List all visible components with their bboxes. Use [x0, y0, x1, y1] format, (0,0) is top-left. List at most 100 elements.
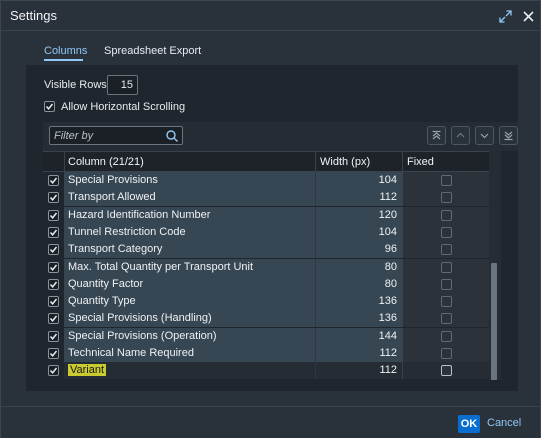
close-icon[interactable] — [519, 7, 537, 25]
column-width-cell[interactable]: 112 — [315, 362, 402, 379]
tab-columns[interactable]: Columns — [44, 45, 87, 57]
row-select-checkbox[interactable] — [48, 175, 59, 186]
column-name: Transport Category — [68, 243, 163, 255]
column-width-cell[interactable]: 80 — [315, 259, 402, 276]
fixed-checkbox[interactable] — [440, 331, 452, 342]
table-row[interactable]: Special Provisions (Handling) 136 — [43, 310, 489, 327]
table-row[interactable]: Quantity Type 136 — [43, 293, 489, 310]
table-row[interactable]: Transport Category 96 — [43, 241, 489, 258]
row-select-cell — [43, 293, 64, 310]
fixed-checkbox[interactable] — [440, 262, 452, 273]
column-width-cell[interactable]: 136 — [315, 293, 402, 310]
columns-panel: Visible Rows: 15 Allow Horizontal Scroll… — [26, 65, 518, 391]
filter-input[interactable]: Filter by — [49, 126, 183, 145]
move-down-icon[interactable] — [475, 126, 494, 145]
row-select-checkbox[interactable] — [48, 210, 59, 221]
fixed-checkbox[interactable] — [440, 365, 452, 376]
table-scrollbar[interactable] — [489, 151, 501, 380]
row-select-cell — [43, 345, 64, 362]
table-toolbar: Filter by — [43, 122, 518, 151]
table-row[interactable]: Special Provisions 104 — [43, 172, 489, 189]
horizontal-scrolling-checkbox[interactable] — [44, 101, 55, 112]
column-width-cell[interactable]: 80 — [315, 276, 402, 293]
column-width-cell[interactable]: 136 — [315, 310, 402, 327]
column-name: Transport Allowed — [68, 191, 156, 203]
dialog-footer: OK Cancel — [1, 406, 540, 438]
fixed-cell — [402, 259, 489, 276]
table-row[interactable]: Technical Name Required 112 — [43, 345, 489, 362]
row-select-checkbox[interactable] — [48, 331, 59, 342]
column-width-cell[interactable]: 144 — [315, 328, 402, 345]
move-to-bottom-icon[interactable] — [499, 126, 518, 145]
column-name-cell: Technical Name Required — [64, 345, 315, 362]
column-name: Quantity Factor — [68, 278, 144, 290]
row-select-checkbox[interactable] — [48, 262, 59, 273]
header-divider — [402, 152, 403, 173]
column-width-cell[interactable]: 112 — [315, 345, 402, 362]
fixed-cell — [402, 293, 489, 310]
row-select-checkbox[interactable] — [48, 227, 59, 238]
column-name-cell: Special Provisions — [64, 172, 315, 189]
column-name-cell: Transport Category — [64, 241, 315, 258]
fixed-cell — [402, 172, 489, 189]
table-row[interactable]: Variant 112 — [43, 362, 489, 379]
table-row[interactable]: Special Provisions (Operation) 144 — [43, 328, 489, 345]
scrollbar-thumb[interactable] — [491, 263, 497, 380]
expand-icon[interactable] — [496, 7, 514, 25]
column-name: Hazard Identification Number — [68, 209, 211, 221]
filter-placeholder: Filter by — [54, 130, 94, 142]
ok-button[interactable]: OK — [458, 415, 480, 433]
fixed-checkbox[interactable] — [440, 279, 452, 290]
column-name: Tunnel Restriction Code — [68, 226, 186, 238]
header-divider — [315, 152, 316, 173]
table-row[interactable]: Hazard Identification Number 120 — [43, 207, 489, 224]
settings-dialog: Settings Columns Spreadsheet Export Visi… — [0, 0, 541, 438]
horizontal-scrolling-label: Allow Horizontal Scrolling — [61, 101, 186, 113]
fixed-checkbox[interactable] — [440, 210, 452, 221]
column-width-cell[interactable]: 112 — [315, 189, 402, 206]
fixed-checkbox[interactable] — [440, 244, 452, 255]
columns-table: Column (21/21) Width (px) Fixed Special … — [43, 151, 489, 380]
fixed-checkbox[interactable] — [440, 227, 452, 238]
fixed-cell — [402, 310, 489, 327]
fixed-checkbox[interactable] — [440, 192, 452, 203]
column-width-cell[interactable]: 104 — [315, 172, 402, 189]
row-select-checkbox[interactable] — [48, 365, 59, 376]
column-name-cell: Quantity Type — [64, 293, 315, 310]
fixed-cell — [402, 276, 489, 293]
column-width-cell[interactable]: 96 — [315, 241, 402, 258]
visible-rows-input[interactable]: 15 — [107, 75, 138, 95]
tab-spreadsheet-export[interactable]: Spreadsheet Export — [104, 45, 201, 57]
row-select-checkbox[interactable] — [48, 279, 59, 290]
column-width-cell[interactable]: 104 — [315, 224, 402, 241]
row-select-checkbox[interactable] — [48, 244, 59, 255]
table-row[interactable]: Transport Allowed 112 — [43, 189, 489, 206]
fixed-checkbox[interactable] — [440, 313, 452, 324]
column-name-cell: Special Provisions (Handling) — [64, 310, 315, 327]
fixed-cell — [402, 207, 489, 224]
table-row[interactable]: Quantity Factor 80 — [43, 276, 489, 293]
move-to-top-icon[interactable] — [427, 126, 446, 145]
row-select-cell — [43, 276, 64, 293]
column-name-cell: Hazard Identification Number — [64, 207, 315, 224]
column-name: Quantity Type — [68, 295, 136, 307]
row-select-checkbox[interactable] — [48, 313, 59, 324]
search-icon[interactable] — [165, 129, 179, 143]
fixed-checkbox[interactable] — [440, 348, 452, 359]
cancel-button[interactable]: Cancel — [487, 417, 521, 429]
table-row[interactable]: Max. Total Quantity per Transport Unit 80 — [43, 259, 489, 276]
fixed-cell — [402, 189, 489, 206]
row-select-checkbox[interactable] — [48, 348, 59, 359]
row-select-cell — [43, 362, 64, 379]
column-width-cell[interactable]: 120 — [315, 207, 402, 224]
column-name: Technical Name Required — [68, 347, 194, 359]
row-select-checkbox[interactable] — [48, 296, 59, 307]
move-up-icon[interactable] — [451, 126, 470, 145]
table-header: Column (21/21) Width (px) Fixed — [43, 151, 489, 173]
row-select-checkbox[interactable] — [48, 192, 59, 203]
fixed-checkbox[interactable] — [440, 296, 452, 307]
row-select-cell — [43, 224, 64, 241]
column-name: Special Provisions (Operation) — [68, 330, 217, 342]
table-row[interactable]: Tunnel Restriction Code 104 — [43, 224, 489, 241]
fixed-checkbox[interactable] — [440, 175, 452, 186]
